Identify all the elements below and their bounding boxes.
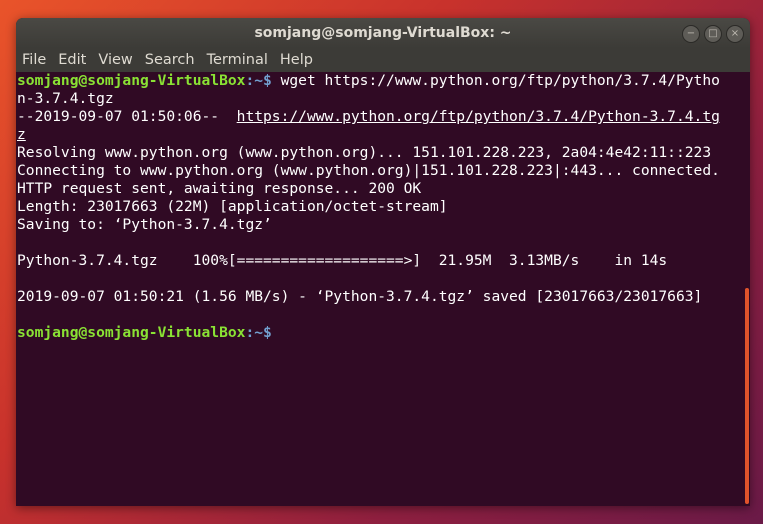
menu-bar: File Edit View Search Terminal Help — [16, 48, 750, 72]
window-controls: − □ × — [682, 25, 744, 43]
terminal-output[interactable]: somjang@somjang-VirtualBox:~$ wget https… — [16, 72, 750, 506]
download-url[interactable]: https://www.python.org/ftp/python/3.7.4/… — [237, 108, 720, 125]
saved-line: 2019-09-07 01:50:21 (1.56 MB/s) - ‘Pytho… — [17, 288, 703, 305]
command-wrap: n-3.7.4.tgz — [17, 90, 114, 107]
prompt-path: :~$ — [245, 324, 272, 341]
prompt-user: somjang@somjang-VirtualBox — [17, 324, 246, 341]
scrollbar[interactable] — [745, 288, 749, 504]
saving-line: Saving to: ‘Python-3.7.4.tgz’ — [17, 216, 272, 233]
menu-terminal[interactable]: Terminal — [201, 48, 274, 72]
progress-line: Python-3.7.4.tgz 100%[==================… — [17, 252, 668, 269]
menu-help[interactable]: Help — [274, 48, 319, 72]
length-line: Length: 23017663 (22M) [application/octe… — [17, 198, 448, 215]
title-bar[interactable]: somjang@somjang-VirtualBox: ~ − □ × — [16, 18, 750, 48]
window-title: somjang@somjang-VirtualBox: ~ — [254, 25, 512, 41]
minimize-icon[interactable]: − — [682, 25, 700, 43]
timestamp-line: --2019-09-07 01:50:06-- https://www.pyth… — [17, 108, 750, 126]
terminal-window: somjang@somjang-VirtualBox: ~ − □ × File… — [16, 18, 750, 506]
final-prompt-line: somjang@somjang-VirtualBox:~$ — [17, 324, 750, 342]
download-url-wrap[interactable]: z — [17, 126, 750, 144]
connecting-line: Connecting to www.python.org (www.python… — [17, 162, 720, 179]
timestamp-prefix: --2019-09-07 01:50:06-- — [17, 108, 237, 125]
resolving-line: Resolving www.python.org (www.python.org… — [17, 144, 712, 161]
prompt-path: :~$ — [245, 72, 272, 89]
maximize-icon[interactable]: □ — [704, 25, 722, 43]
menu-edit[interactable]: Edit — [52, 48, 92, 72]
menu-search[interactable]: Search — [139, 48, 201, 72]
prompt-user: somjang@somjang-VirtualBox — [17, 72, 246, 89]
close-icon[interactable]: × — [726, 25, 744, 43]
menu-view[interactable]: View — [92, 48, 138, 72]
command-text: wget https://www.python.org/ftp/python/3… — [271, 72, 720, 89]
http-line: HTTP request sent, awaiting response... … — [17, 180, 422, 197]
menu-file[interactable]: File — [16, 48, 52, 72]
command-line: somjang@somjang-VirtualBox:~$ wget https… — [17, 72, 750, 90]
